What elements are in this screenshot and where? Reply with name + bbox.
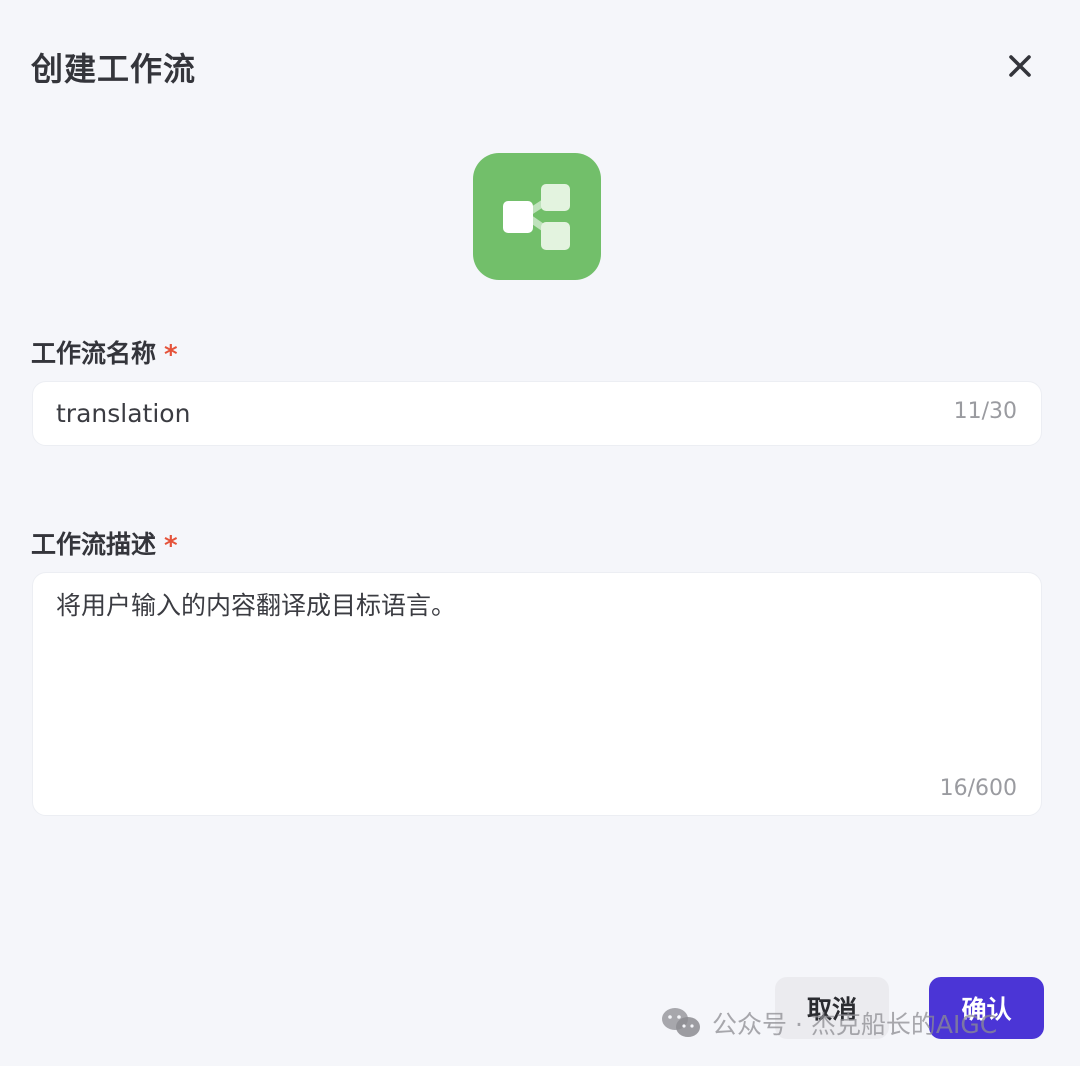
workflow-name-label-text: 工作流名称 bbox=[31, 339, 157, 368]
workflow-name-field[interactable]: 11/30 bbox=[32, 381, 1042, 446]
workflow-description-field[interactable]: 将用户输入的内容翻译成目标语言。 16/600 bbox=[32, 572, 1042, 816]
dialog-title: 创建工作流 bbox=[31, 50, 197, 88]
workflow-name-label: 工作流名称 * bbox=[31, 334, 178, 370]
create-workflow-dialog: 创建工作流 工作流名称 * 11/30 工作流描述 * 将用户输入的内容翻译成目… bbox=[0, 0, 1080, 1066]
workflow-icon bbox=[503, 184, 570, 250]
cancel-button[interactable]: 取消 bbox=[775, 977, 889, 1039]
workflow-app-icon[interactable] bbox=[473, 153, 601, 280]
wechat-icon bbox=[662, 1008, 700, 1037]
confirm-button[interactable]: 确认 bbox=[929, 977, 1044, 1039]
workflow-description-label-text: 工作流描述 bbox=[31, 530, 157, 559]
close-icon bbox=[1009, 55, 1031, 77]
workflow-name-input[interactable] bbox=[56, 382, 936, 445]
name-char-counter: 11/30 bbox=[953, 399, 1017, 424]
workflow-description-label: 工作流描述 * bbox=[31, 525, 178, 561]
close-button[interactable] bbox=[1000, 46, 1040, 86]
required-mark: * bbox=[164, 340, 178, 370]
required-mark: * bbox=[164, 531, 178, 561]
workflow-description-textarea[interactable]: 将用户输入的内容翻译成目标语言。 bbox=[56, 589, 1016, 769]
description-char-counter: 16/600 bbox=[939, 776, 1017, 801]
